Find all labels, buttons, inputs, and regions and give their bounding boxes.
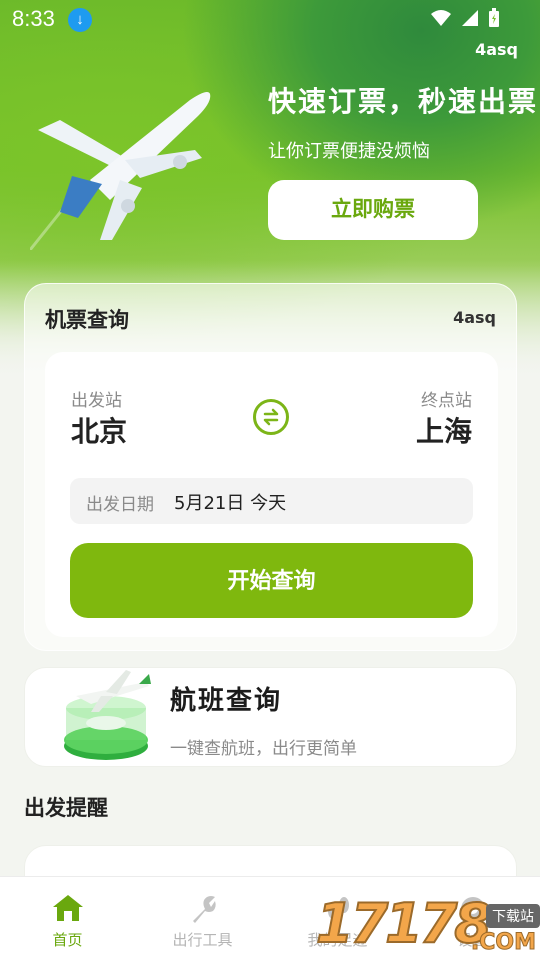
flight-query-card[interactable]: 航班查询 一键查航班，出行更简单 bbox=[24, 667, 517, 767]
watermark-tag: 下载站 bbox=[486, 904, 540, 928]
status-bar: 8:33 ↓ bbox=[0, 0, 540, 40]
flight-title: 航班查询 bbox=[170, 686, 283, 716]
download-icon: ↓ bbox=[68, 8, 92, 32]
to-city[interactable]: 上海 bbox=[416, 410, 472, 450]
query-title: 机票查询 bbox=[45, 308, 129, 332]
tab-home[interactable]: 首页 bbox=[0, 877, 135, 960]
ticket-query-card: 机票查询 4asq 出发站 北京 终点站 上海 出发日期 5月21日 今天 开始… bbox=[24, 283, 517, 651]
signal-icon bbox=[462, 10, 478, 26]
reminder-section-title: 出发提醒 bbox=[24, 796, 108, 820]
buy-ticket-button[interactable]: 立即购票 bbox=[268, 180, 478, 240]
watermark-suffix: .COM bbox=[470, 930, 536, 956]
hero-subline: 让你订票便捷没烦恼 bbox=[268, 141, 430, 162]
query-form: 出发站 北京 终点站 上海 出发日期 5月21日 今天 开始查询 bbox=[45, 352, 498, 637]
watermark-number: 17178 bbox=[315, 891, 493, 956]
status-time: 8:33 bbox=[12, 6, 55, 31]
battery-icon bbox=[489, 8, 499, 27]
date-selector[interactable]: 出发日期 5月21日 今天 bbox=[70, 478, 473, 524]
flight-subtitle: 一键查航班，出行更简单 bbox=[170, 739, 357, 759]
swap-icon[interactable] bbox=[253, 399, 289, 435]
wrench-icon bbox=[192, 896, 216, 923]
from-label: 出发站 bbox=[71, 391, 122, 411]
tab-home-label: 首页 bbox=[52, 931, 83, 949]
hero-headline: 快速订票，秒速出票 bbox=[268, 85, 539, 118]
airplane-illustration bbox=[30, 92, 211, 250]
start-search-button[interactable]: 开始查询 bbox=[70, 543, 473, 618]
date-label: 出发日期 bbox=[86, 495, 154, 515]
tab-travel-tools-label: 出行工具 bbox=[172, 931, 233, 949]
home-icon bbox=[52, 895, 83, 921]
query-tag: 4asq bbox=[453, 308, 496, 327]
system-icons bbox=[430, 8, 500, 28]
wifi-icon bbox=[431, 10, 451, 26]
from-city[interactable]: 北京 bbox=[71, 410, 127, 450]
flight-illustration bbox=[64, 670, 151, 760]
date-value: 5月21日 今天 bbox=[174, 493, 287, 514]
hero-tag: 4asq bbox=[475, 40, 518, 59]
site-watermark: 17178 下载站 .COM bbox=[312, 890, 540, 960]
to-label: 终点站 bbox=[421, 391, 472, 411]
tab-travel-tools[interactable]: 出行工具 bbox=[135, 877, 270, 960]
